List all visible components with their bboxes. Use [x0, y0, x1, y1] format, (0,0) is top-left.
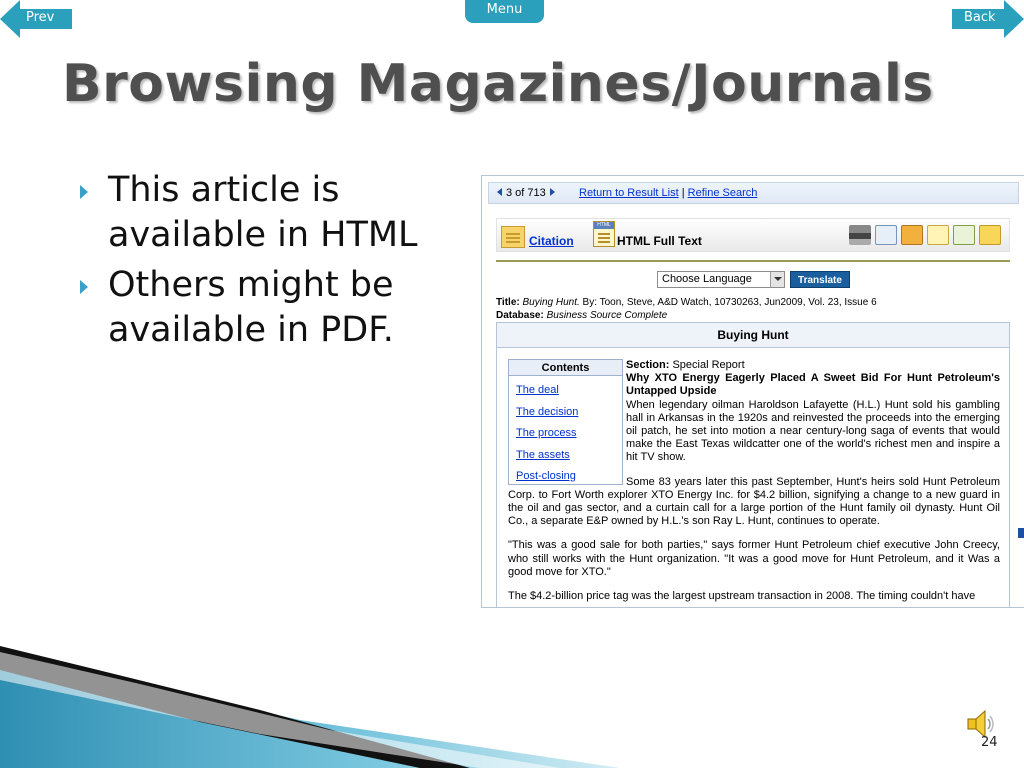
previous-result-icon[interactable] — [497, 188, 502, 196]
refine-search-link[interactable]: Refine Search — [688, 187, 758, 199]
result-pager: 3 of 713 — [497, 187, 555, 199]
bullet-text: This article is available in HTML — [108, 170, 418, 255]
page-number: 24 — [981, 735, 998, 750]
citation-icon[interactable] — [501, 226, 525, 248]
section-value: Special Report — [672, 359, 745, 371]
language-select-value: Choose Language — [662, 273, 752, 285]
article-panel: Buying Hunt Section: Special Report Why … — [496, 322, 1010, 607]
prev-button[interactable]: Prev — [0, 0, 74, 38]
article-paragraph: The $4.2-billion price tag was the large… — [508, 590, 976, 603]
database-label: Database: — [496, 310, 544, 321]
contents-box: Contents The deal The decision The proce… — [508, 359, 623, 485]
menu-button[interactable]: Menu — [465, 0, 544, 23]
bullet-triangle-icon — [80, 185, 88, 199]
format-toolbar: Citation HTML HTML Full Text — [496, 218, 1010, 252]
save-icon[interactable] — [901, 225, 923, 245]
tool-icons — [845, 225, 1001, 247]
section-label: Section: — [626, 359, 670, 371]
contents-list: The deal The decision The process The as… — [509, 376, 622, 488]
slide-title: Browsing Magazines/Journals — [62, 54, 934, 114]
side-expand-tab[interactable] — [1018, 528, 1024, 538]
bullet-item: This article is available in HTML — [80, 168, 460, 258]
cite-icon[interactable] — [927, 225, 949, 245]
decorative-swoosh — [0, 646, 620, 768]
bullet-triangle-icon — [80, 280, 88, 294]
citation-link[interactable]: Citation — [529, 234, 574, 248]
article-screenshot: 3 of 713 Return to Result List | Refine … — [481, 175, 1024, 608]
contents-link-the-assets[interactable]: The assets — [516, 449, 570, 461]
contents-link-the-process[interactable]: The process — [516, 427, 577, 439]
database-value: Business Source Complete — [546, 310, 668, 321]
bullet-list: This article is available in HTML Others… — [80, 168, 460, 358]
divider — [496, 260, 1010, 262]
export-icon[interactable] — [953, 225, 975, 245]
article-paragraph: "This was a good sale for both parties,"… — [508, 539, 1000, 578]
email-icon[interactable] — [875, 225, 897, 245]
back-button[interactable]: Back — [950, 0, 1024, 38]
language-select[interactable]: Choose Language — [657, 271, 785, 288]
html-badge: HTML — [594, 222, 614, 229]
link-separator: | — [681, 187, 685, 199]
folder-icon[interactable] — [979, 225, 1001, 245]
contents-heading: Contents — [509, 360, 622, 376]
title-label: Title: — [496, 297, 520, 308]
bullet-text: Others might be available in PDF. — [108, 265, 394, 350]
title-details: By: Toon, Steve, A&D Watch, 10730263, Ju… — [579, 297, 877, 308]
translate-button[interactable]: Translate — [790, 271, 850, 288]
title-line: Title: Buying Hunt. By: Toon, Steve, A&D… — [496, 296, 877, 309]
back-label: Back — [964, 10, 996, 25]
title-value: Buying Hunt. — [522, 297, 580, 308]
result-links: Return to Result List | Refine Search — [579, 187, 757, 199]
chevron-down-icon[interactable] — [770, 272, 784, 287]
result-navigation-bar: 3 of 713 Return to Result List | Refine … — [488, 182, 1019, 204]
print-icon[interactable] — [849, 225, 871, 245]
contents-link-the-deal[interactable]: The deal — [516, 384, 559, 396]
next-result-icon[interactable] — [549, 188, 555, 196]
html-document-icon: HTML — [593, 221, 615, 247]
result-count: 3 of 713 — [506, 187, 546, 199]
article-metadata: Title: Buying Hunt. By: Toon, Steve, A&D… — [496, 296, 877, 322]
bullet-item: Others might be available in PDF. — [80, 263, 460, 353]
database-line: Database: Business Source Complete — [496, 309, 877, 322]
contents-link-post-closing[interactable]: Post-closing — [516, 470, 576, 482]
html-full-text-label: HTML Full Text — [617, 234, 702, 248]
return-to-results-link[interactable]: Return to Result List — [579, 187, 679, 199]
prev-label: Prev — [26, 10, 55, 25]
contents-link-the-decision[interactable]: The decision — [516, 406, 578, 418]
article-heading: Buying Hunt — [497, 323, 1009, 348]
